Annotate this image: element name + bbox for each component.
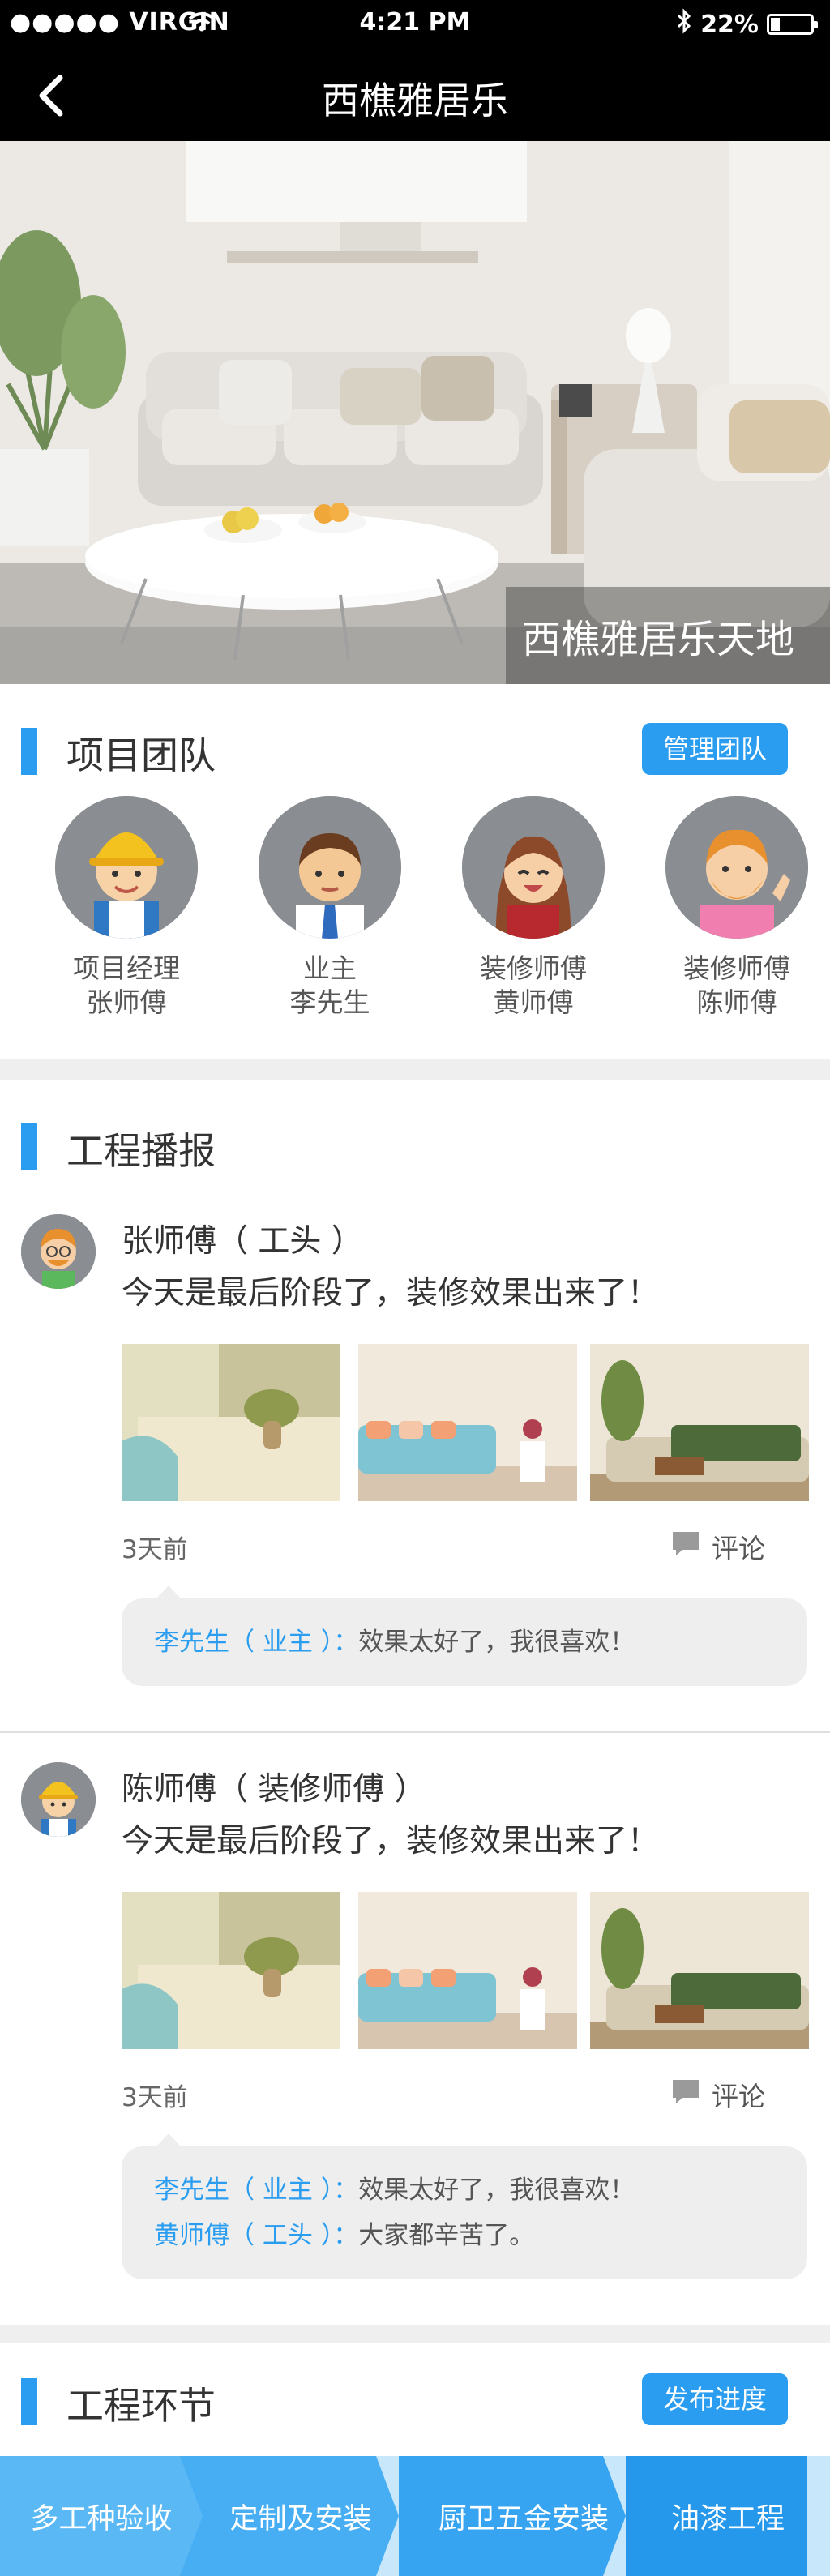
worker-avatar-icon [55, 796, 198, 939]
owner-avatar-icon [259, 796, 401, 939]
battery-icon [767, 14, 818, 35]
post-photo[interactable] [358, 1892, 577, 2049]
comment-bubble: 李先生（ 业主 ）：效果太好了，我很喜欢！ 黄师傅（ 工头 ）：大家都辛苦了。 [122, 2133, 807, 2279]
bluetooth-icon [676, 8, 692, 41]
post-photo[interactable] [590, 1892, 809, 2049]
post-content: 今天是最后阶段了，装修效果出来了！ [122, 1823, 660, 1859]
stage-label: 多工种验收 [30, 2502, 173, 2535]
section-marker [21, 2378, 37, 2425]
stage-step[interactable]: 油漆工程 [626, 2456, 807, 2576]
nav-bar: 西樵雅居乐 [0, 47, 830, 141]
comment-line: 李先生（ 业主 ）：效果太好了，我很喜欢！ [154, 1620, 775, 1665]
member-name: 陈师傅 [696, 986, 777, 1018]
post-divider [0, 1731, 830, 1733]
comment-icon [671, 2078, 700, 2111]
manage-team-button[interactable]: 管理团队 [642, 723, 788, 775]
woman-avatar-icon [462, 796, 605, 939]
comment-button[interactable]: 评论 [671, 2075, 765, 2114]
comment-text: 大家都辛苦了。 [358, 2221, 535, 2250]
post-item: 陈师傅（ 装修师傅 ） 今天是最后阶段了，装修效果出来了！ 3天前 评论 李先生… [0, 1762, 830, 2279]
stage-label: 厨卫五金安装 [438, 2502, 609, 2535]
post-photo[interactable] [122, 1344, 340, 1501]
comment-label: 评论 [712, 1533, 765, 1564]
stage-step[interactable]: 厨卫五金安装 [399, 2456, 626, 2576]
post-photo[interactable] [590, 1344, 809, 1501]
comment-label: 评论 [712, 2081, 765, 2112]
process-section: 工程环节 发布进度 [0, 2343, 830, 2456]
hero-caption: 西樵雅居乐天地 [506, 587, 830, 684]
battery-percent: 22% [700, 10, 759, 39]
member-name: 李先生 [289, 986, 370, 1018]
team-member[interactable]: 项目经理 张师傅 [37, 796, 216, 1020]
post-author: 陈师傅（ 装修师傅 ） [122, 1771, 426, 1808]
stage-step[interactable]: 多工种验收 [0, 2456, 203, 2576]
comment-author[interactable]: 黄师傅（ 工头 ）： [154, 2221, 358, 2250]
publish-progress-button[interactable]: 发布进度 [642, 2373, 788, 2425]
stage-step[interactable]: 定制及安装 [180, 2456, 399, 2576]
broadcast-title: 工程播报 [66, 1129, 216, 1173]
post-content: 今天是最后阶段了，装修效果出来了！ [122, 1275, 660, 1312]
team-member[interactable]: 业主 李先生 [241, 796, 419, 1020]
post-time: 3天前 [122, 1535, 188, 1564]
post-photos [122, 1344, 809, 1501]
stage-label: 定制及安装 [229, 2502, 372, 2535]
post-photo[interactable] [358, 1344, 577, 1501]
team-section: 项目团队 管理团队 项目经理 张师傅 业主 李先生 装修师傅 黄师傅 装修师傅 … [0, 684, 830, 1059]
team-member[interactable]: 装修师傅 陈师傅 [648, 796, 826, 1020]
comment-line: 黄师傅（ 工头 ）：大家都辛苦了。 [154, 2213, 775, 2258]
hero-banner[interactable]: 西樵雅居乐天地 [0, 141, 830, 684]
comment-text: 效果太好了，我很喜欢！ [358, 2176, 635, 2205]
process-stages: 多工种验收 定制及安装 厨卫五金安装 油漆工程 [0, 2456, 830, 2576]
page-title: 西樵雅居乐 [322, 79, 508, 122]
comment-bubble: 李先生（ 业主 ）：效果太好了，我很喜欢！ [122, 1585, 807, 1686]
stage-label: 油漆工程 [670, 2502, 785, 2535]
process-title: 工程环节 [66, 2384, 216, 2428]
section-marker [21, 1123, 37, 1170]
post-photo[interactable] [122, 1892, 340, 2049]
bearded-avatar-icon [665, 796, 808, 939]
post-author: 张师傅（ 工头 ） [122, 1223, 363, 1260]
comment-icon [671, 1530, 700, 1563]
member-name: 张师傅 [86, 986, 167, 1018]
team-title: 项目团队 [66, 734, 216, 777]
member-role: 业主 [303, 952, 357, 984]
post-time: 3天前 [122, 2083, 188, 2112]
comment-text: 效果太好了，我很喜欢！ [358, 1628, 635, 1657]
comment-button[interactable]: 评论 [671, 1527, 765, 1566]
broadcast-section: 工程播报 张师傅（ 工头 ） 今天是最后阶段了，装修效果出来了！ 3天前 评论 [0, 1080, 830, 2325]
comment-line: 李先生（ 业主 ）：效果太好了，我很喜欢！ [154, 2167, 775, 2213]
post-item: 张师傅（ 工头 ） 今天是最后阶段了，装修效果出来了！ 3天前 评论 李先生（ … [0, 1214, 830, 1686]
author-avatar-icon[interactable] [21, 1762, 96, 1837]
member-role: 装修师傅 [683, 952, 790, 984]
section-marker [21, 728, 37, 775]
team-member[interactable]: 装修师傅 黄师傅 [444, 796, 622, 1020]
member-name: 黄师傅 [493, 986, 574, 1018]
post-photos [122, 1892, 809, 2049]
comment-author[interactable]: 李先生（ 业主 ）： [154, 1628, 358, 1657]
status-bar: ●●●●● VIRGIN 4:21 PM 22% [0, 0, 830, 47]
member-role: 装修师傅 [480, 952, 587, 984]
member-role: 项目经理 [73, 952, 180, 984]
comment-author[interactable]: 李先生（ 业主 ）： [154, 2176, 358, 2205]
author-avatar-icon[interactable] [21, 1214, 96, 1289]
